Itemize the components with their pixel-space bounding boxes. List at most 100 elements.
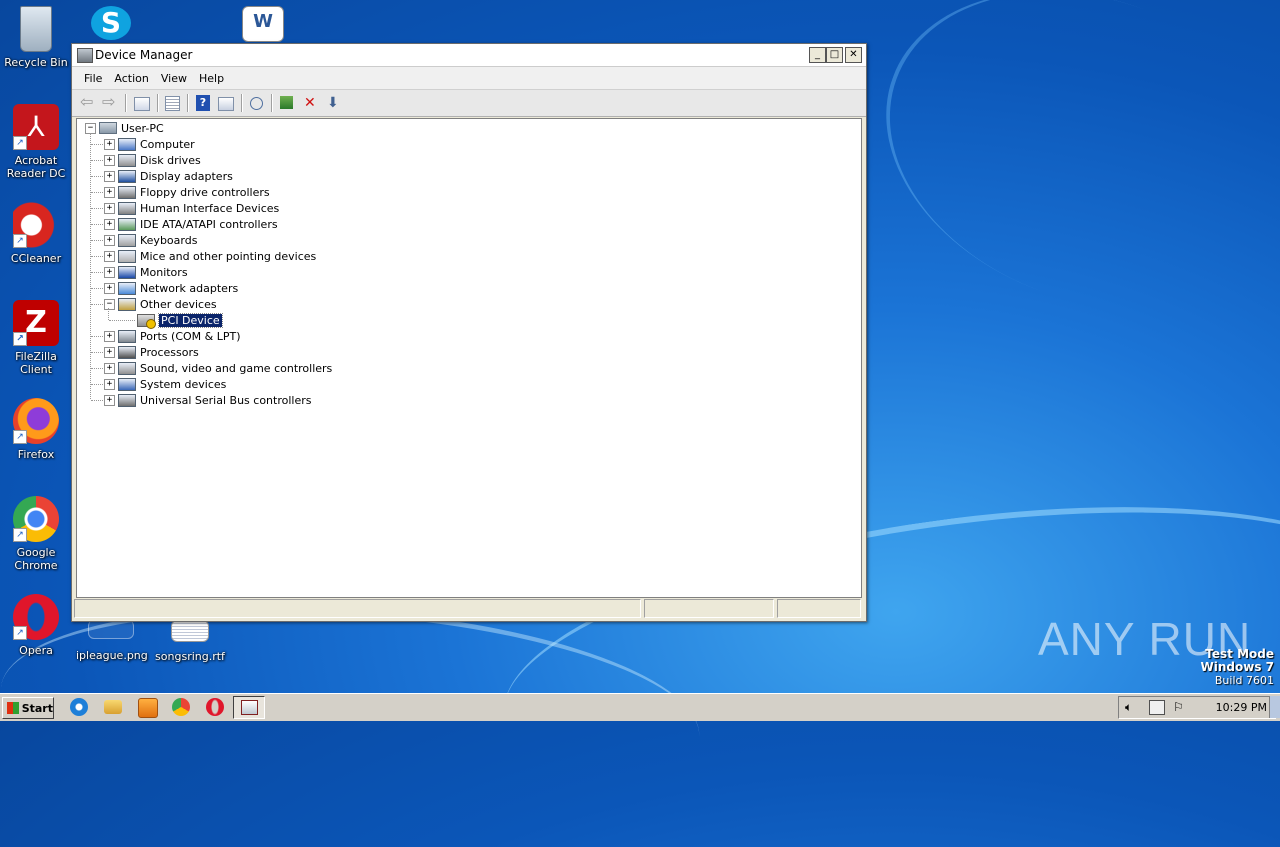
tree-category[interactable]: Disk drives <box>118 152 201 168</box>
close-button[interactable]: ✕ <box>845 47 862 63</box>
opera-taskbar-icon[interactable] <box>206 698 224 716</box>
clock[interactable]: 10:29 PM <box>1216 701 1267 714</box>
desktop-icon-skype[interactable]: S <box>76 6 146 44</box>
tree-expand-toggle[interactable]: + <box>104 139 115 150</box>
tree-device[interactable]: PCI Device <box>137 312 223 329</box>
disable-device-icon[interactable]: ⬇ <box>327 95 344 111</box>
help-icon[interactable]: ? <box>196 95 210 111</box>
tree-category[interactable]: Monitors <box>118 264 188 280</box>
internet-explorer-icon[interactable] <box>70 698 88 716</box>
windows-flag-icon <box>7 702 19 714</box>
desktop-icon-label: Firefox <box>17 448 55 461</box>
desktop-icon-opera[interactable]: ↗ Opera <box>1 594 71 657</box>
tree-category[interactable]: System devices <box>118 376 226 392</box>
tree-category[interactable]: Processors <box>118 344 199 360</box>
tree-category[interactable]: Floppy drive controllers <box>118 184 270 200</box>
desktop-icon-acrobat[interactable]: ⅄ ↗ Acrobat Reader DC <box>1 104 71 180</box>
maximize-button[interactable]: □ <box>826 47 843 63</box>
start-label: Start <box>21 701 53 715</box>
tree-expand-toggle[interactable]: + <box>104 219 115 230</box>
back-arrow-icon[interactable]: ⇦ <box>80 94 97 111</box>
tree-category[interactable]: Network adapters <box>118 280 238 296</box>
firefox-icon: ↗ <box>13 398 59 444</box>
tree-expand-toggle[interactable]: + <box>104 187 115 198</box>
tree-category-label: Universal Serial Bus controllers <box>140 393 312 407</box>
taskbar-device-manager[interactable] <box>233 696 265 719</box>
forward-arrow-icon[interactable]: ⇨ <box>102 94 119 111</box>
tree-category[interactable]: Display adapters <box>118 168 233 184</box>
desktop-icon-chrome[interactable]: ↗ Google Chrome <box>1 496 71 572</box>
show-desktop-button[interactable] <box>1269 696 1280 718</box>
tree-expand-toggle[interactable]: + <box>104 171 115 182</box>
desktop-icon-recycle-bin[interactable]: Recycle Bin <box>1 6 71 69</box>
scan-hardware-icon[interactable] <box>250 97 263 110</box>
tree-expand-toggle[interactable]: + <box>104 235 115 246</box>
tree-category[interactable]: Human Interface Devices <box>118 200 279 216</box>
tree-category-label: Human Interface Devices <box>140 201 280 215</box>
tree-category-label: Other devices <box>140 297 217 311</box>
device-tree: − User-PC + Computer + Disk drives + Display … <box>76 118 862 598</box>
tree-category[interactable]: Universal Serial Bus controllers <box>118 392 311 408</box>
volume-icon[interactable]: 🔈︎ <box>1125 700 1132 715</box>
desktop-icon-firefox[interactable]: ↗ Firefox <box>1 398 71 461</box>
tree-expand-toggle[interactable]: + <box>104 267 115 278</box>
tree-expand-toggle[interactable]: + <box>104 203 115 214</box>
desktop-icon-word-doc[interactable]: W <box>228 6 298 46</box>
desktop-icon-label: Google Chrome <box>14 546 58 572</box>
tree-category[interactable]: IDE ATA/ATAPI controllers <box>118 216 278 232</box>
tree-category-label: Ports (COM & LPT) <box>140 329 241 343</box>
device-category-icon <box>118 169 136 183</box>
title-bar[interactable]: Device Manager _ □ ✕ <box>72 44 866 67</box>
ccleaner-icon: ↗ <box>13 202 59 248</box>
tree-expand-toggle[interactable]: + <box>104 283 115 294</box>
tree-category[interactable]: Sound, video and game controllers <box>118 360 332 376</box>
window-title: Device Manager <box>95 48 193 62</box>
taskbar: Start 🔈︎ ⚐ 10:29 PM <box>0 693 1280 721</box>
uninstall-icon[interactable]: ✕ <box>304 95 321 111</box>
device-category-icon <box>118 201 136 215</box>
warning-device-icon <box>137 313 156 329</box>
start-button[interactable]: Start <box>2 697 54 719</box>
filezilla-icon: Z ↗ <box>13 300 59 346</box>
properties-icon[interactable] <box>165 96 180 111</box>
desktop-icon-label: Opera <box>19 644 53 657</box>
tree-expand-toggle[interactable]: + <box>104 251 115 262</box>
tree-category[interactable]: Ports (COM & LPT) <box>118 328 241 344</box>
tree-expand-toggle[interactable]: + <box>104 395 115 406</box>
chrome-taskbar-icon[interactable] <box>172 698 190 716</box>
tree-expand-toggle[interactable]: − <box>104 299 115 310</box>
tree-expand-toggle[interactable]: + <box>104 331 115 342</box>
desktop-icon-label: songsring.rtf <box>155 650 225 663</box>
desktop-icon-songsring[interactable]: songsring.rtf <box>155 620 225 663</box>
tree-root[interactable]: User-PC <box>99 120 164 136</box>
tree-category-label: Network adapters <box>140 281 239 295</box>
media-player-icon[interactable] <box>138 698 158 718</box>
tree-category[interactable]: Keyboards <box>118 232 197 248</box>
network-icon[interactable] <box>1149 700 1165 715</box>
menu-help[interactable]: Help <box>193 72 230 85</box>
tree-expand-toggle[interactable]: + <box>104 155 115 166</box>
menu-action[interactable]: Action <box>108 72 154 85</box>
minimize-button[interactable]: _ <box>809 47 826 63</box>
menu-view[interactable]: View <box>155 72 193 85</box>
desktop-icon-ccleaner[interactable]: ↗ CCleaner <box>1 202 71 265</box>
show-action-pane-icon[interactable] <box>218 97 234 111</box>
opera-icon: ↗ <box>13 594 59 640</box>
tree-category[interactable]: Computer <box>118 136 195 152</box>
desktop-icon-filezilla[interactable]: Z ↗ FileZilla Client <box>1 300 71 376</box>
action-center-flag-icon[interactable]: ⚐ <box>1173 700 1184 714</box>
tree-category[interactable]: Mice and other pointing devices <box>118 248 316 264</box>
menu-file[interactable]: File <box>78 72 108 85</box>
rtf-file-icon <box>171 620 209 642</box>
tree-category-label: Disk drives <box>140 153 201 167</box>
tree-category[interactable]: Other devices <box>118 296 217 312</box>
tree-expand-toggle[interactable]: + <box>104 347 115 358</box>
device-category-icon <box>118 297 136 311</box>
tree-expand-toggle[interactable]: + <box>104 379 115 390</box>
show-hide-console-tree-icon[interactable] <box>134 97 150 111</box>
device-manager-icon <box>77 48 93 63</box>
desktop-icon-ipleague[interactable]: ipleague.png <box>76 620 148 662</box>
tree-expand-toggle[interactable]: + <box>104 363 115 374</box>
folder-icon[interactable] <box>104 700 122 714</box>
update-driver-icon[interactable] <box>280 96 293 109</box>
